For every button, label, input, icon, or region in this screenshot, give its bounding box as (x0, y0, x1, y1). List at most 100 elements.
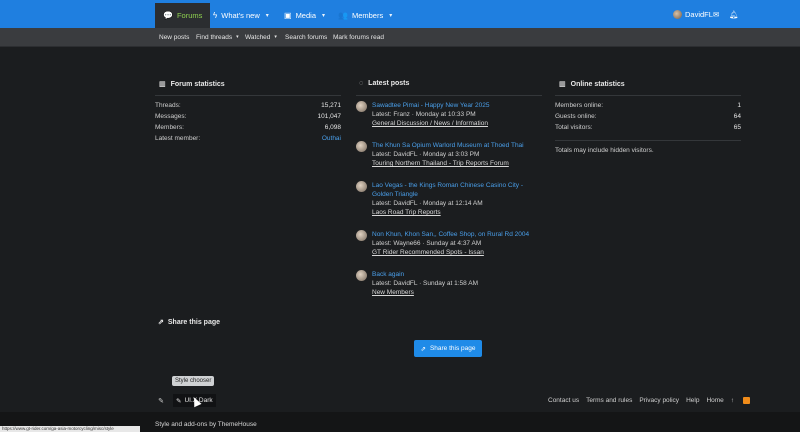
divider (356, 95, 542, 96)
image-icon: ▣ (284, 11, 292, 20)
avatar (673, 9, 682, 19)
status-bar-url: https://www.gt-rider.com/ga-asia-motorcy… (0, 426, 140, 432)
stat-label: Messages: (155, 113, 187, 120)
sub-nav-bar: New posts Find threads ▾ Watched ▾ Search … (0, 28, 800, 46)
avatar[interactable] (356, 270, 367, 281)
divider (155, 95, 341, 96)
post-forum-link[interactable]: Touring Northern Thailand - Trip Reports… (372, 159, 509, 168)
stat-members: Members: 6,098 (155, 124, 341, 131)
stat-latest-member: Latest member: Outhai (155, 135, 341, 142)
chevron-down-icon[interactable]: ▾ (236, 34, 239, 40)
post-forum-link[interactable]: New Members (372, 288, 414, 297)
stat-value: 101,047 (317, 113, 342, 120)
subnav-label: Mark forums read (333, 33, 384, 41)
top-nav-bar: 💬 Forums ϟ What's new ▾ ▣ Media ▾ 👥 Memb… (0, 0, 800, 28)
footer-link-home[interactable]: Home (706, 397, 723, 404)
tab-forums-label: Forums (176, 11, 203, 20)
post-title-link[interactable]: Back again (372, 270, 542, 279)
users-icon: 👥 (338, 11, 348, 20)
online-stats-heading: ▥ Online statistics (559, 80, 625, 89)
footer-credit: Style and add-ons by ThemeHouse (155, 421, 257, 428)
visitors-note: Totals may include hidden visitors. (555, 147, 654, 154)
stat-label: Members: (155, 124, 184, 131)
stat-total-visitors: Total visitors: 65 (555, 124, 741, 131)
tab-media-label: Media (295, 11, 316, 20)
forum-stats-heading: ▥ Forum statistics (159, 80, 225, 89)
post-forum-link[interactable]: GT Rider Recommended Spots - Issan (372, 248, 484, 257)
stat-members-online: Members online: 1 (555, 102, 741, 109)
tab-forums[interactable]: 💬 Forums (155, 3, 211, 28)
chevron-down-icon[interactable]: ▾ (266, 12, 269, 19)
footer-links: Contact us Terms and rules Privacy polic… (548, 395, 757, 405)
post-title-link[interactable]: Sawadtee Pimai - Happy New Year 2025 (372, 101, 542, 110)
bolt-icon: ϟ (213, 11, 218, 20)
chevron-down-icon[interactable]: ▾ (389, 12, 392, 19)
stat-value: 1 (737, 102, 741, 109)
tab-whats-new[interactable]: ϟ What's new ▾ (213, 3, 269, 28)
subnav-new-posts[interactable]: New posts (159, 28, 189, 46)
latest-posts-heading: ◌ Latest posts (359, 80, 409, 87)
rss-icon[interactable] (743, 396, 751, 404)
stat-messages: Messages: 101,047 (155, 113, 341, 120)
subnav-label: New posts (159, 33, 190, 41)
stat-value: 65 (733, 124, 741, 131)
latest-member-link[interactable]: Outhai (322, 135, 341, 142)
subnav-watched[interactable]: Watched ▾ (245, 28, 277, 46)
subnav-search-forums[interactable]: Search forums (285, 28, 327, 46)
divider (0, 46, 800, 47)
post-title-link[interactable]: Lao Vegas - the Kings Roman Chinese Casi… (372, 181, 542, 199)
comment-icon: ◌ (359, 80, 364, 87)
stat-guests-online: Guests online: 64 (555, 113, 741, 120)
post-title-link[interactable]: Non Khun, Khon San,, Coffee Shop, on Rur… (372, 230, 542, 239)
share-button-label: Share this page (429, 345, 476, 352)
bar-chart-icon: ▥ (559, 81, 566, 88)
avatar[interactable] (356, 230, 367, 241)
chevron-down-icon[interactable]: ▾ (322, 12, 325, 19)
forum-stats-title: Forum statistics (170, 80, 225, 88)
post-meta: Latest: DavidFL · Sunday at 1:58 AM (372, 280, 478, 287)
paint-brush-icon[interactable]: ✎ (155, 395, 167, 406)
footer-link-help[interactable]: Help (686, 397, 699, 404)
avatar[interactable] (356, 141, 367, 152)
post-meta: Latest: Franz · Monday at 10:33 PM (372, 111, 476, 118)
tab-members-label: Members (351, 11, 384, 20)
share-heading-label: Share this page (167, 318, 221, 326)
arrow-up-icon[interactable]: ↑ (731, 397, 734, 404)
subnav-find-threads[interactable]: Find threads ▾ (196, 28, 239, 46)
stat-value: 64 (733, 113, 741, 120)
post-forum-link[interactable]: Laos Road Trip Reports (372, 208, 441, 217)
tab-whats-new-label: What's new (221, 11, 260, 20)
stat-label: Members online: (555, 102, 604, 109)
share-button[interactable]: ⇗ Share this page (414, 340, 482, 357)
post-title-link[interactable]: The Khun Sa Opium Warlord Museum at Thoe… (372, 141, 542, 150)
avatar[interactable] (356, 101, 367, 112)
inbox-icon[interactable]: ✉ (713, 0, 719, 28)
subnav-label: Search forums (285, 33, 328, 41)
stat-label: Latest member: (155, 135, 201, 142)
subnav-mark-forums-read[interactable]: Mark forums read (333, 28, 384, 46)
stat-value: 15,271 (321, 102, 341, 109)
footer-link-terms[interactable]: Terms and rules (586, 397, 632, 404)
chat-icon: 💬 (163, 11, 173, 20)
style-chooser-tooltip: Style chooser (172, 376, 215, 386)
post-meta: Latest: DavidFL · Monday at 3:03 PM (372, 151, 480, 158)
tab-media[interactable]: ▣ Media ▾ (284, 3, 325, 28)
share-heading: ⇗ Share this page (158, 318, 221, 327)
tab-members[interactable]: 👥 Members ▾ (338, 3, 392, 28)
subnav-label: Find threads (196, 33, 233, 41)
bell-icon[interactable]: 🔔︎ (729, 0, 739, 28)
stat-label: Guests online: (555, 113, 597, 120)
chevron-down-icon[interactable]: ▾ (274, 34, 277, 40)
share-icon: ⇗ (158, 319, 164, 326)
user-menu[interactable]: DavidFL (673, 0, 713, 28)
post-forum-link[interactable]: General Discussion / News / Information (372, 119, 488, 128)
stat-value: 6,098 (324, 124, 341, 131)
avatar[interactable] (356, 181, 367, 192)
footer-link-contact[interactable]: Contact us (548, 397, 579, 404)
share-icon: ⇗ (420, 345, 426, 353)
footer-link-privacy[interactable]: Privacy policy (639, 397, 679, 404)
stat-label: Total visitors: (555, 124, 593, 131)
divider (555, 140, 741, 141)
stat-label: Threads: (155, 102, 181, 109)
divider (555, 95, 741, 96)
